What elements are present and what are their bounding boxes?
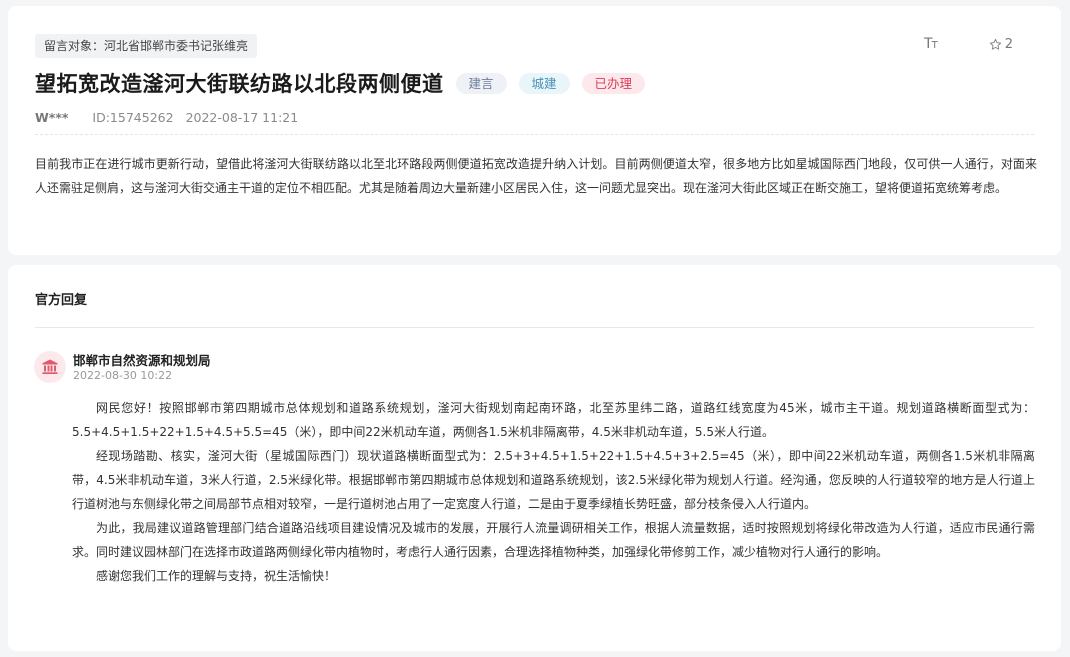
meta-divider (35, 134, 1034, 135)
reply-date: 2022-08-30 10:22 (73, 369, 173, 382)
reply-divider (35, 327, 1034, 328)
reply-paragraph: 感谢您我们工作的理解与支持，祝生活愉快！ (96, 569, 337, 583)
page-title: 望拓宽改造滏河大街联纺路以北段两侧便道 (35, 72, 444, 96)
reply-paragraph: 经现场踏勘、核实，滏河大街（星城国际西门）现状道路横断面型式为：2.5+3+4.… (72, 449, 1035, 511)
reply-body: 网民您好！按照邯郸市第四期城市总体规划和道路系统规划，滏河大街规划南起南环路，北… (72, 396, 1035, 588)
department-name: 邯郸市自然资源和规划局 (73, 353, 211, 368)
reply-paragraph: 为此，我局建议道路管理部门结合道路沿线项目建设情况及城市的发展，开展行人流量调研… (72, 521, 1035, 559)
reply-card: 官方回复 邯郸市自然资源和规划局 2022-08-30 10:22 网民您好！按… (8, 265, 1061, 651)
title-row: 望拓宽改造滏河大街联纺路以北段两侧便道 建言 城建 已办理 (35, 66, 646, 100)
message-card: 留言对象：河北省邯郸市委书记张维亮 望拓宽改造滏河大街联纺路以北段两侧便道 建言… (8, 6, 1061, 255)
message-target-tag: 留言对象：河北省邯郸市委书记张维亮 (35, 34, 258, 58)
favorite-count: 2 (1004, 36, 1013, 52)
reply-paragraph: 网民您好！按照邯郸市第四期城市总体规划和道路系统规划，滏河大街规划南起南环路，北… (72, 401, 1035, 439)
star-icon (989, 38, 1001, 50)
font-size-icon[interactable]: TT (924, 36, 938, 52)
type-badge: 建言 (455, 72, 507, 94)
message-tools: TT 2 (924, 36, 1013, 52)
department-avatar (34, 351, 66, 383)
field-badge: 城建 (518, 72, 570, 94)
message-meta: W*** ID:15745262 2022-08-17 11:21 (35, 110, 298, 125)
reply-heading: 官方回复 (35, 293, 88, 308)
favorite-button[interactable]: 2 (989, 37, 1013, 52)
message-id: ID:15745262 (92, 110, 174, 125)
status-badge: 已办理 (581, 72, 646, 94)
message-content: 目前我市正在进行城市更新行动，望借此将滏河大街联纺路以北至北环路段两侧便道拓宽改… (35, 157, 1037, 195)
government-building-icon (42, 359, 58, 374)
author-name: W*** (35, 110, 69, 125)
message-date: 2022-08-17 11:21 (185, 110, 299, 125)
